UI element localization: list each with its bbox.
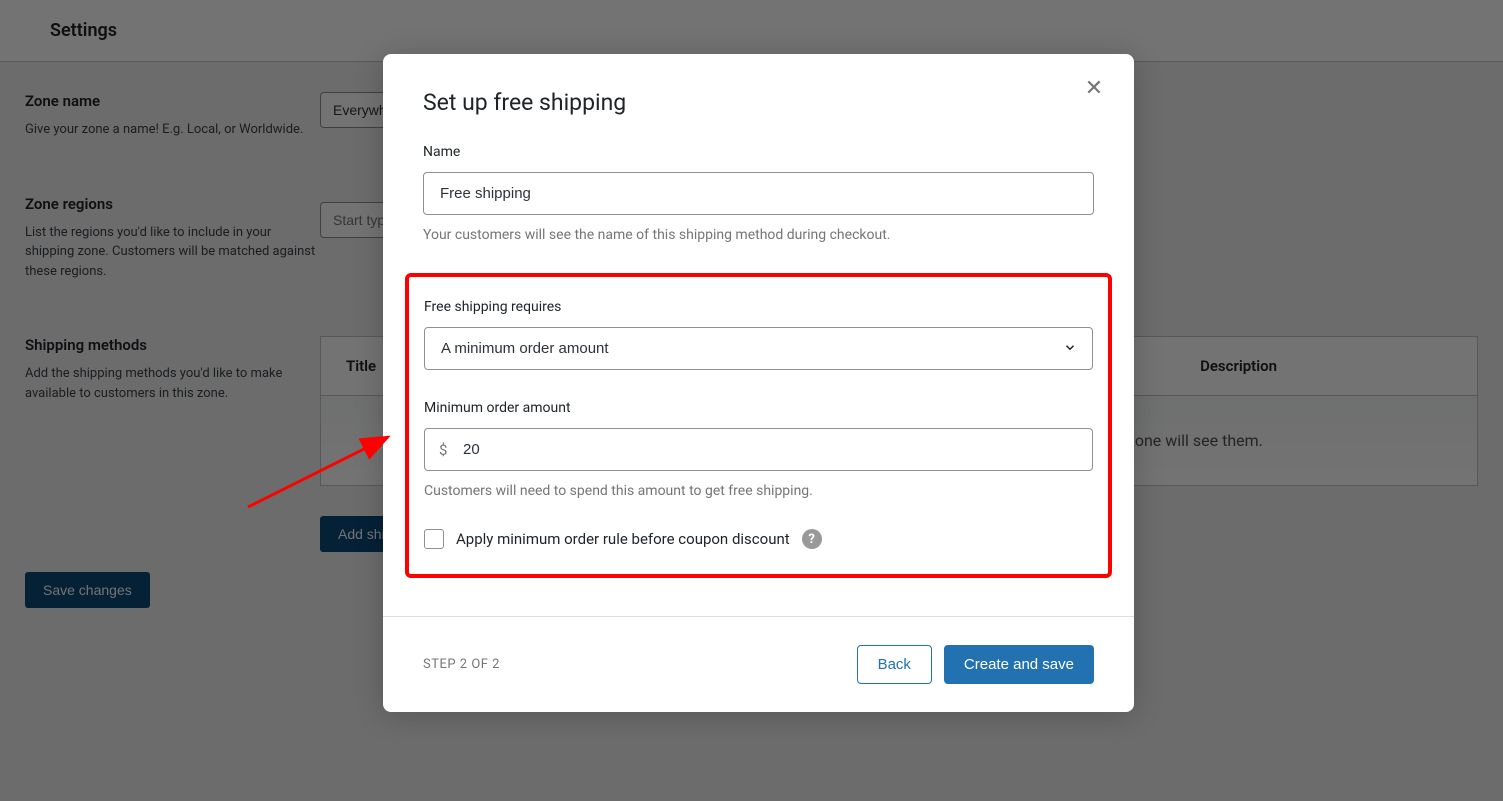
help-icon[interactable]: ? bbox=[802, 529, 822, 549]
step-indicator: STEP 2 OF 2 bbox=[423, 657, 500, 672]
coupon-rule-label: Apply minimum order rule before coupon d… bbox=[456, 530, 790, 548]
min-amount-label: Minimum order amount bbox=[424, 400, 1093, 416]
close-icon[interactable]: ✕ bbox=[1082, 78, 1106, 102]
name-field-group: Name Your customers will see the name of… bbox=[423, 144, 1094, 243]
coupon-rule-checkbox[interactable] bbox=[424, 529, 444, 549]
checkbox-group: Apply minimum order rule before coupon d… bbox=[424, 529, 1093, 549]
min-amount-field-group: Minimum order amount $ Customers will ne… bbox=[424, 400, 1093, 499]
modal-footer: STEP 2 OF 2 Back Create and save bbox=[383, 616, 1134, 712]
name-label: Name bbox=[423, 144, 1094, 160]
modal-title: Set up free shipping bbox=[423, 89, 1094, 116]
requires-label: Free shipping requires bbox=[424, 299, 1093, 315]
requires-field-group: Free shipping requires A minimum order a… bbox=[424, 299, 1093, 370]
highlighted-section: Free shipping requires A minimum order a… bbox=[405, 273, 1112, 578]
currency-symbol: $ bbox=[439, 441, 447, 459]
back-button[interactable]: Back bbox=[857, 645, 932, 684]
create-and-save-button[interactable]: Create and save bbox=[944, 645, 1094, 684]
name-input[interactable] bbox=[423, 172, 1094, 215]
name-help: Your customers will see the name of this… bbox=[423, 227, 1094, 243]
min-amount-input[interactable] bbox=[424, 428, 1093, 471]
shipping-modal: ✕ Set up free shipping Name Your custome… bbox=[383, 54, 1134, 712]
min-amount-help: Customers will need to spend this amount… bbox=[424, 483, 1093, 499]
requires-select[interactable]: A minimum order amount bbox=[424, 327, 1093, 370]
